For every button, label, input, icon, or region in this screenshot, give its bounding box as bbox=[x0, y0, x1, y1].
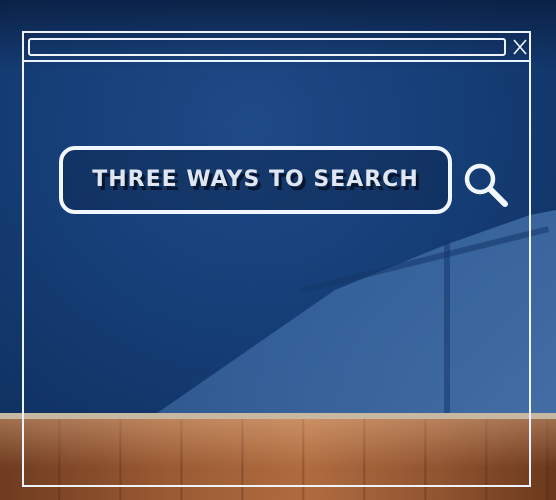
close-icon bbox=[513, 39, 527, 55]
address-bar[interactable] bbox=[28, 38, 506, 56]
search-input-text: THREE WAYS TO SEARCH bbox=[92, 166, 419, 192]
search-input[interactable]: THREE WAYS TO SEARCH bbox=[59, 146, 452, 214]
titlebar-divider bbox=[22, 60, 531, 62]
search-icon bbox=[464, 163, 508, 207]
browser-window-frame bbox=[22, 31, 531, 487]
search-button[interactable] bbox=[461, 160, 511, 210]
close-button[interactable] bbox=[510, 36, 530, 58]
